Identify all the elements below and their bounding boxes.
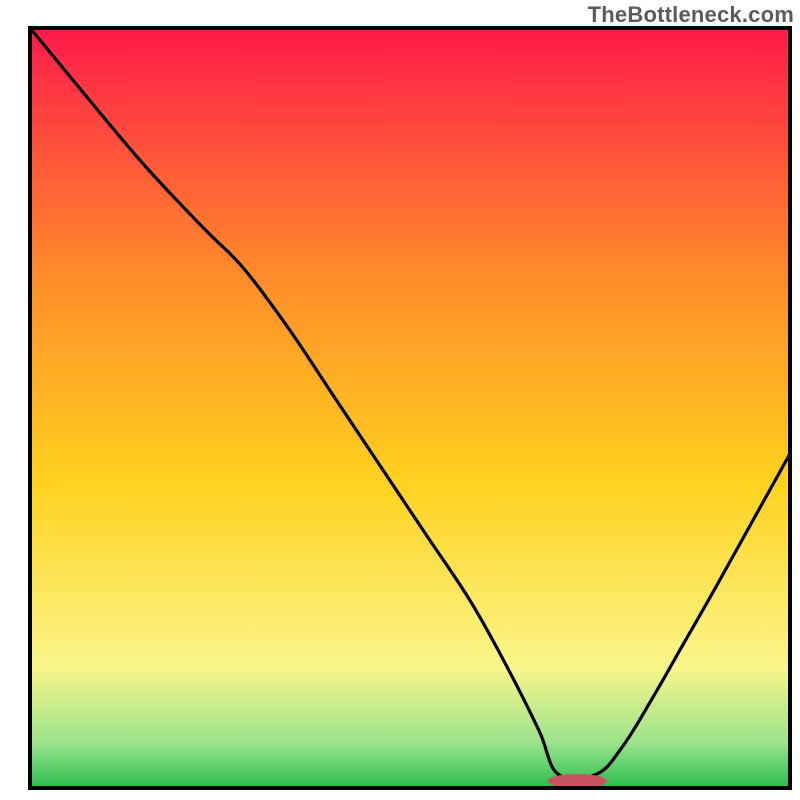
watermark-label: TheBottleneck.com [588,2,794,28]
bottleneck-plot [0,0,800,800]
gradient-background [30,28,790,788]
chart-stage: TheBottleneck.com [0,0,800,800]
